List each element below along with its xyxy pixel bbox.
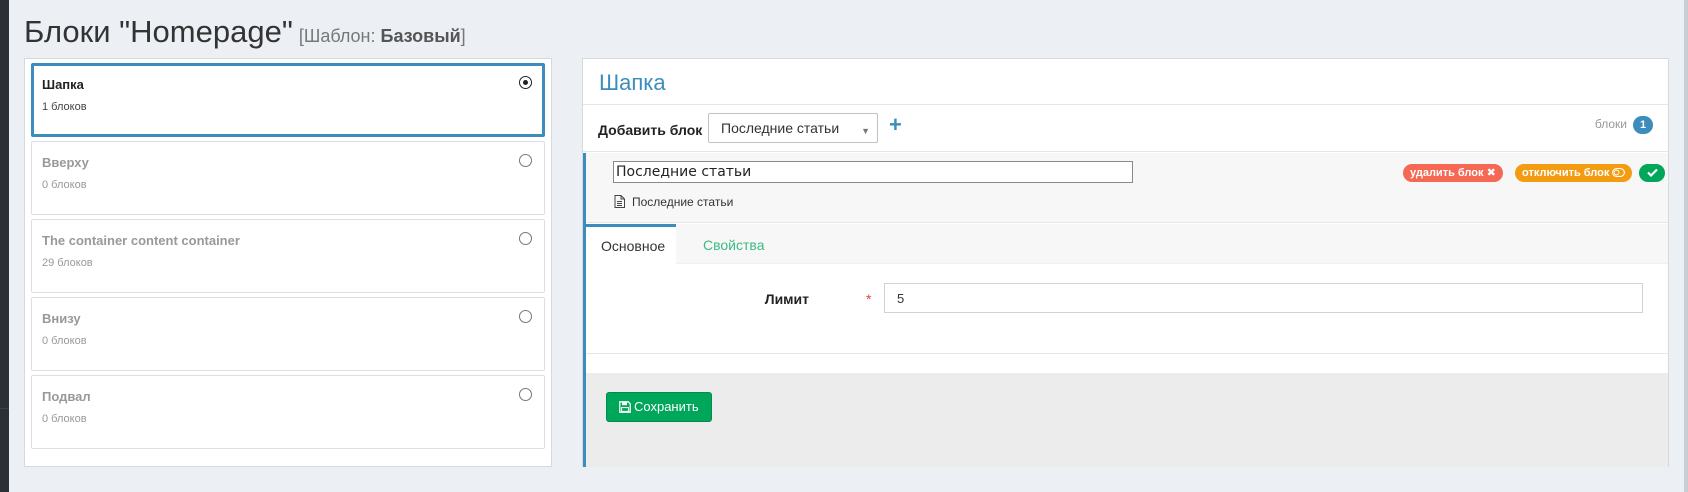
required-marker: * <box>866 291 872 307</box>
sidebar-edge <box>0 0 9 492</box>
zone-name: Вверху <box>42 155 89 170</box>
save-icon <box>619 395 631 423</box>
scrollbar[interactable] <box>1684 0 1688 492</box>
zone-name: Шапка <box>42 77 84 92</box>
zone-item-footer[interactable]: Подвал 0 блоков <box>31 375 545 449</box>
block-type-label: Последние статьи <box>632 195 734 210</box>
check-icon <box>1646 167 1658 179</box>
divider <box>583 151 1668 152</box>
zone-count: 29 блоков <box>42 257 93 269</box>
blocks-count-label: блоки <box>1594 117 1627 131</box>
radio-icon[interactable] <box>519 310 532 323</box>
zone-count: 0 блоков <box>42 179 87 191</box>
zone-item-content[interactable]: The container content container 29 блоко… <box>31 219 545 293</box>
document-icon <box>614 195 625 211</box>
blocks-counter: блоки 1 <box>1595 116 1653 134</box>
limit-row: Лимит * <box>586 283 1668 313</box>
zone-panel: Шапка Добавить блок Последние статьи ▼ +… <box>582 58 1669 467</box>
block-item: Последние статьи удалить блок ✖ отключит… <box>583 153 1668 467</box>
panel-title: Шапка <box>599 70 666 95</box>
tab-properties[interactable]: Свойства <box>688 224 779 264</box>
save-label: Сохранить <box>634 399 699 414</box>
zone-count: 0 блоков <box>42 413 87 425</box>
page-title: Блоки "Homepage" <box>24 14 293 49</box>
delete-block-button[interactable]: удалить блок ✖ <box>1403 164 1503 182</box>
add-block-select[interactable]: Последние статьи ▼ <box>708 113 878 143</box>
zone-count: 0 блоков <box>42 335 87 347</box>
block-tabs: Основное Свойства <box>586 224 1668 264</box>
page-header: Блоки "Homepage" [Шаблон: Базовый] <box>24 14 466 50</box>
plus-icon[interactable]: + <box>889 112 902 138</box>
zone-name: Подвал <box>42 389 91 404</box>
close-icon: ✖ <box>1486 167 1496 179</box>
zone-name: The container content container <box>42 233 240 248</box>
tab-main[interactable]: Основное <box>586 224 676 264</box>
zone-item-top[interactable]: Вверху 0 блоков <box>31 141 545 215</box>
block-footer: Сохранить <box>586 373 1668 467</box>
add-block-label: Добавить блок <box>598 122 703 138</box>
limit-input[interactable] <box>884 283 1643 313</box>
radio-selected-icon[interactable] <box>519 76 532 89</box>
toggle-off-icon <box>1612 167 1626 179</box>
zone-item-bottom[interactable]: Внизу 0 блоков <box>31 297 545 371</box>
radio-icon[interactable] <box>519 232 532 245</box>
save-button[interactable]: Сохранить <box>606 392 712 422</box>
disable-block-button[interactable]: отключить блок <box>1515 164 1633 182</box>
radio-icon[interactable] <box>519 154 532 167</box>
caret-down-icon: ▼ <box>861 126 870 136</box>
template-info: [Шаблон: Базовый] <box>298 26 466 46</box>
limit-label: Лимит <box>764 291 809 307</box>
template-name: Базовый <box>380 26 461 46</box>
check-button[interactable] <box>1639 164 1665 182</box>
radio-icon[interactable] <box>519 388 532 401</box>
divider <box>586 353 1668 354</box>
block-name-input[interactable] <box>613 161 1133 183</box>
zone-name: Внизу <box>42 311 81 326</box>
zone-count: 1 блоков <box>42 101 87 113</box>
zones-list: Шапка 1 блоков Вверху 0 блоков The conta… <box>24 58 552 467</box>
divider <box>583 104 1668 105</box>
block-type: Последние статьи <box>614 195 733 211</box>
add-block-select-value: Последние статьи <box>721 120 840 136</box>
blocks-count-badge: 1 <box>1633 116 1653 134</box>
zone-item-header[interactable]: Шапка 1 блоков <box>31 63 545 137</box>
block-header: Последние статьи удалить блок ✖ отключит… <box>586 153 1668 223</box>
